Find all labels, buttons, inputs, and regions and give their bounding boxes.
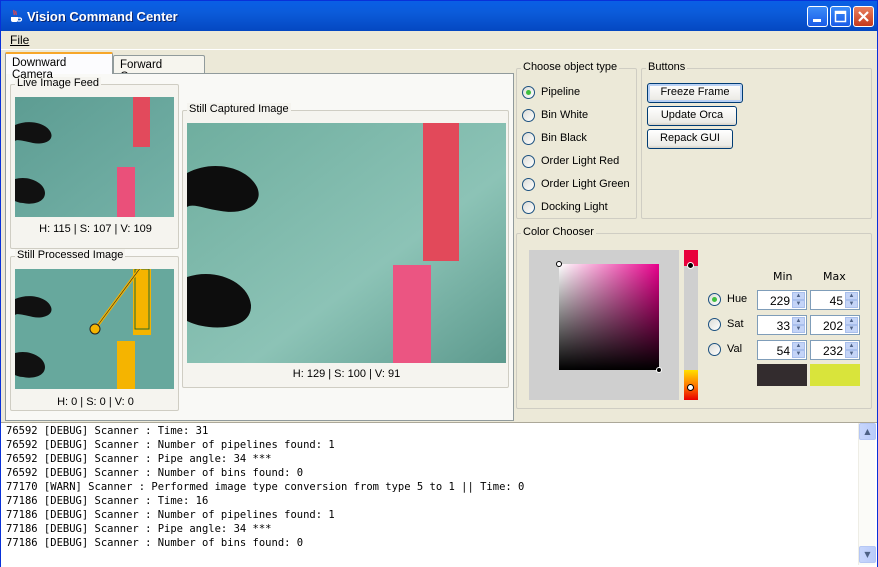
log-line: 76592 [DEBUG] Scanner : Number of bins f… [6,467,304,479]
spinner-up-icon[interactable]: ▲ [845,317,858,325]
spinner-down-icon[interactable]: ▼ [792,300,805,308]
minimize-icon [813,19,821,22]
radio-button[interactable] [708,343,721,356]
tab-forward-camera[interactable]: Forward Camera [113,55,205,83]
maximize-button[interactable] [830,6,851,27]
live-image-hsv: H: 115 | S: 107 | V: 109 [39,223,152,235]
maximize-icon [834,10,847,23]
live-image-group: Live Image Feed H: 115 | S: 107 | V: 109 [10,77,179,249]
log-line: 76592 [DEBUG] Scanner : Number of pipeli… [6,439,335,451]
spinner-up-icon[interactable]: ▲ [792,342,805,350]
menu-file[interactable]: File [10,33,29,47]
sat-min-spinner[interactable]: 33 ▲ ▼ [757,315,807,335]
buttons-group: Buttons Freeze Frame Update Orca Repack … [641,61,872,219]
max-color-handle[interactable] [656,367,662,373]
spinner-up-icon[interactable]: ▲ [792,292,805,300]
radio-button[interactable] [522,132,535,145]
hue-max-spinner[interactable]: 45 ▲ ▼ [810,290,860,310]
radio-button[interactable] [708,293,721,306]
object-type-group: Choose object type Pipeline Bin White Bi… [516,61,637,219]
spinner-down-icon[interactable]: ▼ [845,325,858,333]
buttons-title: Buttons [646,61,688,73]
log-output[interactable]: 76592 [DEBUG] Scanner : Time: 31 76592 [… [1,422,877,567]
close-icon [858,11,869,22]
log-line: 76592 [DEBUG] Scanner : Time: 31 [6,425,209,437]
radio-button[interactable] [522,155,535,168]
freeze-frame-button[interactable]: Freeze Frame [647,83,743,103]
radio-button[interactable] [522,201,535,214]
radio-button[interactable] [522,109,535,122]
menu-bar: File [1,31,877,50]
spinner-up-icon[interactable]: ▲ [792,317,805,325]
hue-min-spinner[interactable]: 229 ▲ ▼ [757,290,807,310]
log-line: 77186 [DEBUG] Scanner : Time: 16 [6,495,209,507]
live-image [15,97,174,217]
radio-button[interactable] [522,86,535,99]
captured-image-group: Still Captured Image H: 129 | S: 100 | V… [182,103,509,388]
min-color-swatch [757,364,807,386]
close-button[interactable] [853,6,874,27]
java-cup-icon [11,9,23,22]
tab-panel-downward: Live Image Feed H: 115 | S: 107 | V: 109… [5,73,514,421]
max-color-swatch [810,364,860,386]
hue-min-handle[interactable] [687,384,694,391]
saturation-value-area[interactable] [529,250,679,400]
spinner-up-icon[interactable]: ▲ [845,342,858,350]
log-line: 77186 [DEBUG] Scanner : Number of pipeli… [6,509,335,521]
scroll-up-icon[interactable]: ▲ [859,423,876,440]
tab-downward-camera[interactable]: Downward Camera [5,52,113,81]
captured-image-hsv: H: 129 | S: 100 | V: 91 [292,368,401,380]
processed-image-hsv: H: 0 | S: 0 | V: 0 [57,396,134,408]
min-column-header: Min [773,270,793,283]
val-min-spinner[interactable]: 54 ▲ ▼ [757,340,807,360]
max-column-header: Max [823,270,846,283]
repack-gui-button[interactable]: Repack GUI [647,129,733,149]
spinner-down-icon[interactable]: ▼ [792,350,805,358]
log-line: 77186 [DEBUG] Scanner : Number of bins f… [6,537,304,549]
hue-slider[interactable] [684,250,698,400]
title-bar[interactable]: Vision Command Center [1,1,877,31]
log-scrollbar[interactable]: ▲ ▼ [858,423,876,565]
window-title: Vision Command Center [27,9,178,24]
scroll-down-icon[interactable]: ▼ [859,546,876,563]
processed-image-group: Still Processed Image H: 0 | S: 0 | V: 0 [10,249,179,411]
app-window: Vision Command Center File Downward Came… [0,0,878,567]
processed-image [15,269,174,389]
minimize-button[interactable] [807,6,828,27]
log-line: 77186 [DEBUG] Scanner : Pipe angle: 34 *… [6,523,272,535]
captured-image [187,123,506,363]
log-line: 77170 [WARN] Scanner : Performed image t… [6,481,525,493]
sat-max-spinner[interactable]: 202 ▲ ▼ [810,315,860,335]
val-max-spinner[interactable]: 232 ▲ ▼ [810,340,860,360]
spinner-down-icon[interactable]: ▼ [845,350,858,358]
spinner-down-icon[interactable]: ▼ [845,300,858,308]
hue-max-handle[interactable] [687,262,694,269]
radio-button[interactable] [708,318,721,331]
processed-image-title: Still Processed Image [15,249,126,261]
spinner-down-icon[interactable]: ▼ [792,325,805,333]
color-chooser-group: Color Chooser Min Max Hue Sat Val 229 ▲ … [516,226,872,409]
update-orca-button[interactable]: Update Orca [647,106,737,126]
log-line: 76592 [DEBUG] Scanner : Pipe angle: 34 *… [6,453,272,465]
color-chooser-title: Color Chooser [521,226,596,238]
radio-button[interactable] [522,178,535,191]
min-color-handle[interactable] [556,261,562,267]
object-type-title: Choose object type [521,61,620,73]
spinner-up-icon[interactable]: ▲ [845,292,858,300]
captured-image-title: Still Captured Image [187,103,291,115]
